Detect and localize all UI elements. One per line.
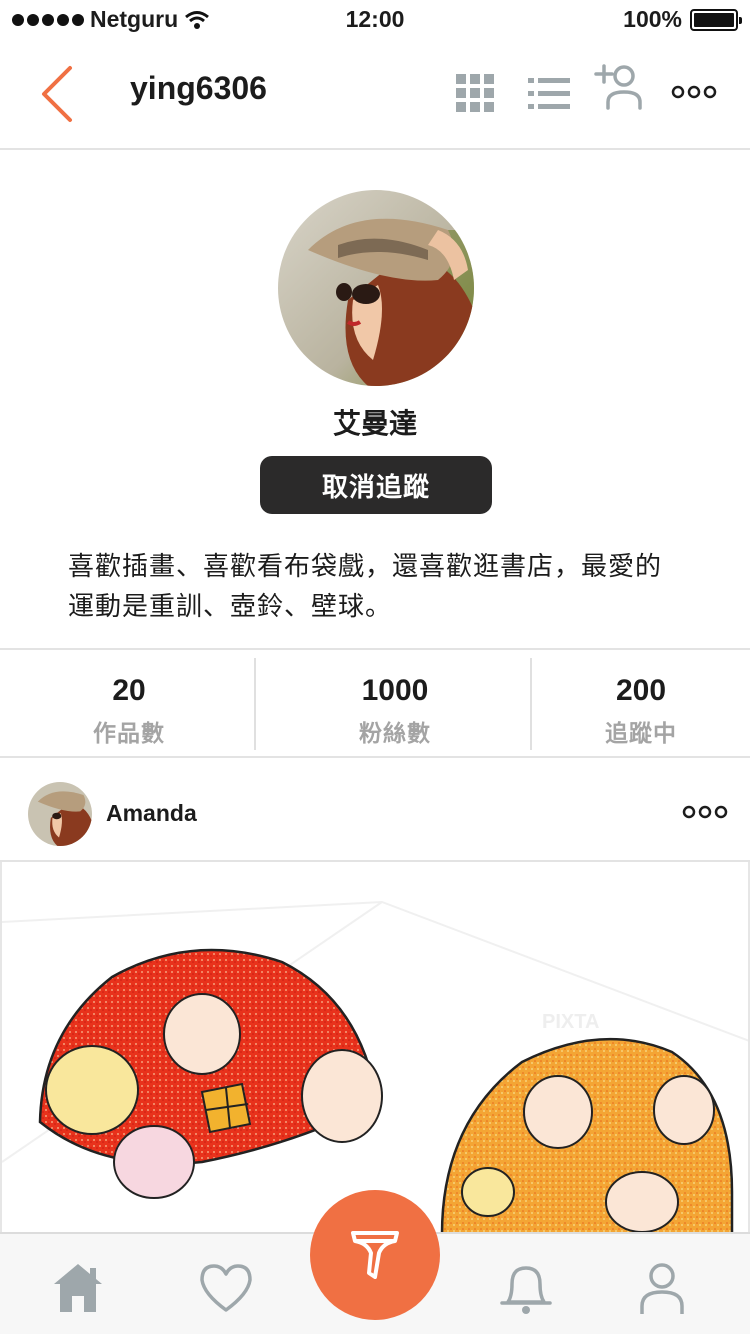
brush-icon (351, 1231, 399, 1279)
bio-line: 運動是重訓、壺鈴、壁球。 (68, 591, 393, 621)
list-view-icon[interactable] (524, 68, 574, 118)
post-more-icon[interactable] (682, 804, 728, 820)
stat-followers[interactable]: 1000 粉絲數 (258, 650, 532, 758)
divider (254, 658, 256, 750)
stat-following[interactable]: 200 追蹤中 (532, 650, 750, 758)
battery-percent: 100% (623, 6, 682, 32)
more-icon[interactable] (670, 80, 718, 104)
bell-icon[interactable] (498, 1260, 554, 1316)
unfollow-button[interactable]: 取消追蹤 (260, 456, 492, 514)
grid-view-icon[interactable] (450, 68, 500, 118)
status-bar: Netguru 12:00 100% (0, 0, 750, 40)
display-name: 艾曼達 (332, 408, 417, 439)
stat-works[interactable]: 20 作品數 (0, 650, 258, 758)
stat-label: 追蹤中 (605, 720, 677, 746)
stat-value: 1000 (361, 674, 429, 707)
add-friend-icon[interactable] (594, 62, 646, 114)
profile-bio: 喜歡插畫、喜歡看布袋戲，還喜歡逛書店，最愛的 運動是重訓、壺鈴、壁球。 (68, 546, 698, 626)
post-author-avatar[interactable] (28, 782, 92, 846)
stat-value: 20 (112, 674, 146, 707)
stats-row: 20 作品數 1000 粉絲數 200 追蹤中 (0, 648, 750, 758)
battery-icon (690, 8, 742, 31)
create-post-button[interactable] (310, 1190, 440, 1320)
battery-group: 100% (623, 6, 742, 33)
header-username: ying6306 (130, 70, 267, 106)
back-chevron-icon[interactable] (36, 64, 80, 124)
stat-label: 粉絲數 (359, 720, 431, 746)
post-image[interactable]: PIXTA (0, 862, 750, 1234)
bio-line: 喜歡插畫、喜歡看布袋戲，還喜歡逛書店，最愛的 (68, 551, 663, 581)
profile-avatar[interactable] (278, 190, 474, 386)
profile-icon[interactable] (634, 1260, 690, 1316)
post-author-name[interactable]: Amanda (106, 800, 197, 827)
stat-value: 200 (615, 674, 667, 707)
stat-label: 作品數 (93, 720, 165, 746)
home-icon[interactable] (50, 1260, 106, 1316)
heart-icon[interactable] (198, 1260, 254, 1316)
watermark-text: PIXTA (542, 1011, 599, 1033)
profile-header: ying6306 (0, 40, 750, 150)
post-header: Amanda (0, 760, 750, 862)
